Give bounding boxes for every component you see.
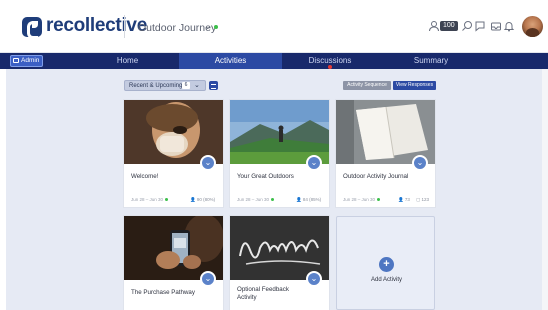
card-title: The Purchase Pathway [131, 289, 195, 296]
header-divider [124, 15, 125, 38]
add-activity-label: Add Activity [370, 277, 402, 283]
date-range: Jun 28 – Jun 30 [237, 197, 270, 202]
status-dot [271, 198, 275, 202]
brand-name[interactable]: recollective [46, 15, 147, 37]
user-icon: 👤 [398, 197, 404, 202]
participant-value: 73 [404, 197, 410, 202]
participant-count: 👤 73 [398, 197, 410, 203]
expand-chevron-icon[interactable]: ⌄ [306, 271, 322, 287]
comment-icon: ▢ [416, 197, 421, 202]
activity-card-purchase-pathway[interactable]: ⌄ The Purchase Pathway [124, 216, 223, 310]
search-icon[interactable] [461, 20, 473, 32]
bell-icon[interactable] [503, 20, 515, 32]
status-dot [165, 198, 169, 202]
activity-filter-dropdown[interactable]: Recent & Upcoming 6 ⌄ [124, 80, 206, 91]
recollective-logo-icon[interactable] [22, 17, 42, 39]
user-icon: 👤 [190, 197, 196, 202]
card-title: Welcome! [131, 173, 159, 180]
card-title: Optional Feedback Activity [237, 286, 289, 301]
participant-count: 👤 90 (80%) [190, 197, 215, 203]
date-range: Jun 28 – Jun 30 [131, 197, 164, 202]
admin-button[interactable]: Admin [10, 55, 43, 67]
status-dot [377, 198, 381, 202]
admin-label: Admin [21, 57, 40, 64]
tab-label: Discussions [308, 56, 352, 65]
comment-count: ▢ 123 [416, 197, 429, 203]
activity-card-welcome[interactable]: ⌄ Welcome! Jun 28 – Jun 30 👤 90 (80%) [124, 100, 223, 207]
expand-chevron-icon[interactable]: ⌄ [200, 155, 216, 171]
card-title: Outdoor Activity Journal [343, 173, 409, 180]
user-icon: 👤 [296, 197, 302, 202]
inbox-icon[interactable] [490, 20, 502, 32]
filter-count-badge: 6 [182, 82, 190, 89]
points-badge: 100 [440, 21, 458, 31]
chevron-down-icon: ⌄ [194, 82, 200, 89]
comment-value: 123 [421, 197, 430, 202]
activity-card-journal[interactable]: ⌄ Outdoor Activity Journal Jun 28 – Jun … [336, 100, 435, 207]
page-scrollbar[interactable] [542, 69, 548, 310]
participant-count: 👤 84 (85%) [296, 197, 321, 203]
activities-content: Recent & Upcoming 6 ⌄ Activity Sequence … [6, 69, 542, 310]
main-navbar: Admin Home Activities Discussions Summar… [0, 53, 548, 69]
tab-discussions[interactable]: Discussions [282, 53, 378, 69]
card-dates: Jun 28 – Jun 30 [343, 197, 381, 202]
plus-icon[interactable]: + [379, 257, 394, 272]
participant-value: 84 (85%) [302, 197, 322, 202]
activity-card-feedback[interactable]: ⌄ Optional Feedback Activity [230, 216, 329, 310]
user-icon[interactable] [428, 20, 440, 32]
filter-label: Recent & Upcoming [129, 83, 183, 89]
chevron-down-icon[interactable]: ⌄ [204, 21, 212, 32]
top-bar: recollective Outdoor Journey ⌄ 100 [0, 0, 548, 53]
expand-chevron-icon[interactable]: ⌄ [412, 155, 428, 171]
project-status-dot [214, 25, 218, 29]
tab-label: Home [116, 56, 139, 65]
user-avatar[interactable] [522, 16, 543, 37]
tab-activities[interactable]: Activities [179, 53, 282, 69]
view-responses-button[interactable]: View Responses [393, 81, 436, 90]
card-dates: Jun 28 – Jun 30 [237, 197, 275, 202]
card-title: Your Great Outdoors [237, 173, 294, 180]
activity-card-great-outdoors[interactable]: ⌄ Your Great Outdoors Jun 28 – Jun 30 👤 … [230, 100, 329, 207]
participant-value: 90 (80%) [196, 197, 216, 202]
activity-sequence-button[interactable]: Activity Sequence [343, 81, 391, 90]
chat-icon[interactable] [474, 20, 486, 32]
tab-label: Summary [413, 56, 449, 65]
add-activity-card[interactable]: + Add Activity [336, 216, 435, 310]
view-toggle-button[interactable] [209, 81, 218, 90]
expand-chevron-icon[interactable]: ⌄ [306, 155, 322, 171]
tab-home[interactable]: Home [76, 53, 179, 69]
tab-label: Activities [214, 56, 247, 65]
tab-summary[interactable]: Summary [378, 53, 484, 69]
card-dates: Jun 28 – Jun 30 [131, 197, 169, 202]
expand-chevron-icon[interactable]: ⌄ [200, 271, 216, 287]
date-range: Jun 28 – Jun 30 [343, 197, 376, 202]
admin-icon [13, 58, 19, 63]
